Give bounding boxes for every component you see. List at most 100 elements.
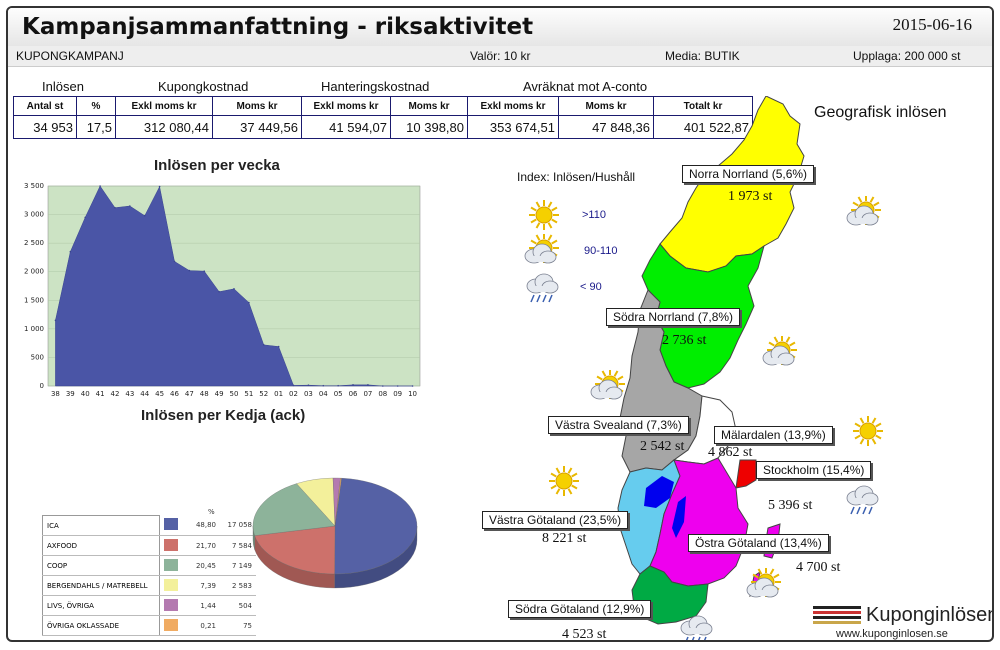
logo-text: Kuponginlösen [866,604,994,626]
region-label: Södra Norrland (7,8%) [606,308,741,326]
region-count: 4 523 st [562,627,607,642]
col-antal: Antal st [13,96,77,116]
data-point [262,344,265,346]
x-tick-label: 47 [185,390,194,396]
data-point [396,385,399,387]
data-point [99,185,101,187]
x-tick-label: 06 [349,390,358,396]
x-tick-label: 44 [140,390,149,396]
y-tick-label: 2 500 [24,239,44,247]
rain-cloud-icon [522,270,562,304]
data-point [382,385,384,387]
col-hant-moms: Moms kr [390,96,468,116]
data-point [367,384,369,386]
logo-url[interactable]: www.kuponginlosen.se [836,628,948,640]
region-count: 4 862 st [708,445,753,460]
legend-swatch [164,558,178,571]
legend-swatch [164,518,178,531]
val-kupong-exkl: 312 080,44 [115,115,213,139]
legend-row: ÖVRIGA OKLASSADE 0,21 75 [42,615,256,636]
data-point [84,216,86,219]
data-point [69,250,72,253]
y-tick-label: 3 000 [24,211,44,219]
data-point [143,214,146,217]
media-value: Media: BUTIK [665,49,740,63]
data-point [411,385,414,387]
weekly-redemption-chart: 0 500 1 000 1 500 2 000 2 500 3 000 3 500 38 39 40… [24,182,421,396]
val-antal: 34 953 [13,115,77,139]
region-count: 2 736 st [662,333,707,348]
x-tick-label: 01 [274,390,283,396]
data-point [307,384,310,386]
sun-cloud-icon [586,369,626,404]
region-norra-norrland [659,96,805,273]
sun-cloud-icon [742,567,782,602]
region-label: Stockholm (15,4%) [756,461,872,479]
val-procent: 17,5 [76,115,116,139]
legend-row: COOP 20,45 7 149 [42,555,256,576]
report-date: 2015-06-16 [892,15,972,34]
region-label: Västra Götaland (23,5%) [482,511,629,529]
legend-swatch-cell [159,615,182,636]
upplaga-value: Upplaga: 200 000 st [853,49,961,63]
data-point [173,260,176,263]
data-point [322,384,325,387]
legend-count: 504 [220,595,256,616]
legend-row: BERGENDAHLS / MATREBELL 7,39 2 583 [42,575,256,596]
y-tick-label: 1 000 [24,325,44,333]
rain-cloud-icon [676,612,716,640]
y-tick-label: 0 [40,382,44,390]
col-kupong-moms: Moms kr [212,96,302,116]
x-tick-label: 02 [289,390,298,396]
sun-cloud-icon [520,233,560,268]
group-hanteringskostnad: Hanteringskostnad [321,79,430,94]
region-count: 1 973 st [728,189,773,204]
logo-icon [813,606,861,626]
valor-value: Valör: 10 kr [470,49,531,63]
legend-swatch-cell [159,535,182,556]
data-point [188,269,191,272]
region-count: 8 221 st [542,531,587,546]
x-tick-label: 10 [408,390,417,396]
group-avraknat: Avräknat mot A-conto [523,79,648,94]
legend-swatch [164,578,178,591]
legend-percent: 48,80 [182,515,220,536]
chain-legend: ICA 48,80 17 058 AXFOOD 21,70 7 584 COOP 20,45 7… [42,515,256,636]
x-tick-label: 45 [155,390,164,396]
sun-icon [544,464,584,498]
legend-swatch [164,618,178,631]
weekly-chart-title: Inlösen per vecka [154,157,280,174]
index-legend-label: < 90 [580,281,602,293]
y-tick-label: 3 500 [24,182,44,190]
legend-swatch-cell [159,515,182,536]
legend-percent: 20,45 [182,555,220,576]
legend-swatch [164,538,178,551]
val-hant-exkl: 41 594,07 [301,115,391,139]
campaign-type: KUPONGKAMPANJ [16,49,124,63]
group-kupongkostnad: Kupongkostnad [158,79,249,94]
data-point [129,205,131,207]
legend-row: AXFOOD 21,70 7 584 [42,535,256,556]
chain-pie-chart [252,477,418,589]
x-tick-label: 08 [378,390,387,396]
x-tick-label: 41 [96,390,105,396]
data-point [158,185,161,188]
x-tick-label: 52 [259,390,268,396]
legend-swatch-cell [159,575,182,596]
val-hant-moms: 10 398,80 [390,115,468,139]
x-tick-label: 46 [170,390,179,396]
y-tick-label: 2 000 [24,268,44,276]
sun-icon [848,414,888,448]
data-point [292,384,295,387]
region-label: Norra Norrland (5,6%) [682,165,815,183]
val-avr-exkl: 353 674,51 [467,115,559,139]
legend-label: LIVS, ÖVRIGA [42,595,160,616]
sun-cloud-icon [758,335,798,370]
sun-icon [524,198,564,232]
legend-row: LIVS, ÖVRIGA 1,44 504 [42,595,256,616]
legend-label: ICA [42,515,160,536]
x-tick-label: 07 [363,390,372,396]
region-count: 4 700 st [796,560,841,575]
val-kupong-moms: 37 449,56 [212,115,302,139]
x-tick-label: 05 [334,390,343,396]
